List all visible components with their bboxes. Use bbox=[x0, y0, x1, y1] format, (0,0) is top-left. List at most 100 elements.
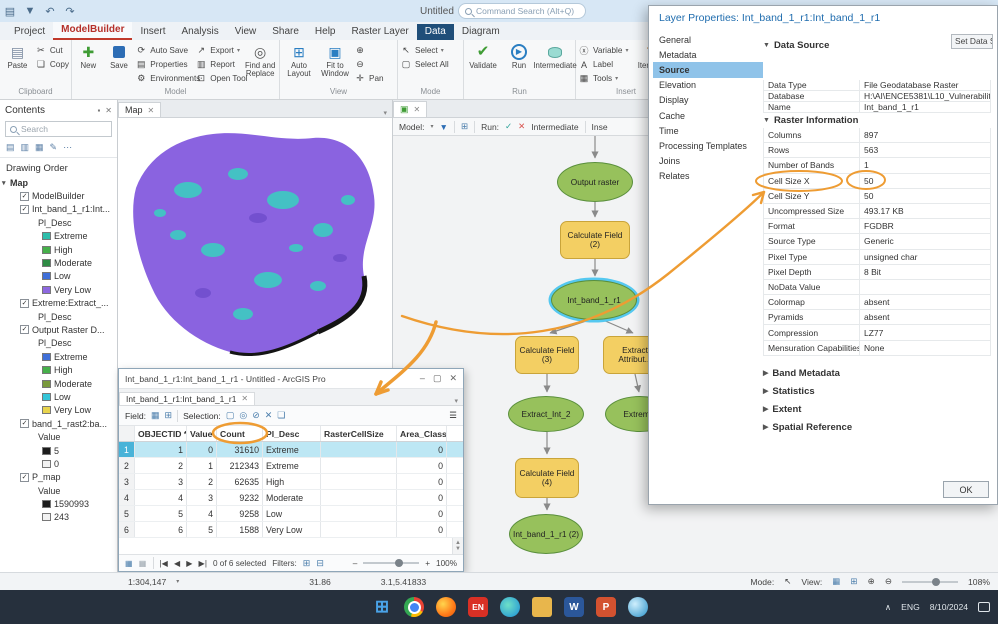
next-record-icon[interactable]: ▶ bbox=[186, 558, 192, 568]
tree-item[interactable]: 5 bbox=[0, 444, 117, 457]
delete-selection-icon[interactable]: ✕ bbox=[265, 410, 273, 421]
layer-visibility-checkbox[interactable]: ✓ bbox=[20, 204, 29, 214]
select-button[interactable]: ↖ Select ▾ bbox=[400, 44, 449, 57]
chevron-down-icon[interactable]: ▾ bbox=[449, 397, 463, 405]
table-row[interactable]: 3 3 2 62635 High 0 bbox=[119, 474, 463, 490]
tray-chevron-icon[interactable]: ∧ bbox=[885, 602, 891, 613]
dialog-nav-item[interactable]: Cache bbox=[653, 108, 763, 123]
select-all-button[interactable]: ▢ Select All bbox=[400, 58, 449, 71]
auto-save-button[interactable]: ⟳ Auto Save bbox=[135, 44, 193, 57]
dialog-nav-item[interactable]: Elevation bbox=[653, 78, 763, 93]
properties-button[interactable]: ▤ Properties bbox=[135, 58, 193, 71]
table-row[interactable]: 6 6 5 1588 Very Low 0 bbox=[119, 522, 463, 538]
model-node[interactable]: Int_band_1_r1 (2) bbox=[509, 514, 583, 554]
pan-button[interactable]: ✛ Pan bbox=[354, 72, 383, 85]
map-scale[interactable]: 1:304,147 bbox=[128, 577, 166, 587]
minimize-icon[interactable]: – bbox=[420, 373, 425, 384]
model-node[interactable]: Calculate Field (4) bbox=[515, 458, 579, 498]
layer-visibility-checkbox[interactable]: ✓ bbox=[20, 191, 29, 201]
save-model-button[interactable]: Save bbox=[105, 43, 134, 70]
mode-cursor-icon[interactable]: ↖ bbox=[784, 576, 791, 587]
add-field-icon[interactable]: ▦ bbox=[151, 410, 160, 421]
ribbon-tab[interactable]: ModelBuilder bbox=[53, 22, 133, 40]
new-model-button[interactable]: ✚ New bbox=[74, 43, 103, 70]
save-model-icon[interactable]: ▼ bbox=[440, 122, 448, 132]
ribbon-tab[interactable]: Diagram bbox=[454, 24, 508, 40]
edge-icon[interactable] bbox=[500, 597, 520, 617]
zoom-out-button[interactable]: ⊖ bbox=[354, 58, 384, 71]
copy-button[interactable]: ❏ Copy bbox=[35, 58, 69, 71]
ribbon-tab[interactable]: Data bbox=[416, 24, 454, 40]
model-node[interactable]: Int_band_1_r1 bbox=[551, 280, 637, 320]
collapsed-section-header[interactable]: ▶ Spatial Reference bbox=[763, 418, 991, 436]
first-record-icon[interactable]: |◀ bbox=[160, 558, 168, 568]
tree-item[interactable]: Value bbox=[0, 484, 117, 497]
contents-search-input[interactable]: Search bbox=[5, 121, 112, 137]
firefox-icon[interactable] bbox=[436, 597, 456, 617]
list-by-drawing-order-icon[interactable]: ▤ bbox=[6, 142, 15, 153]
tree-item[interactable]: 0 bbox=[0, 457, 117, 470]
dialog-nav-item[interactable]: Metadata bbox=[653, 47, 763, 62]
tree-item[interactable]: Value bbox=[0, 430, 117, 443]
fit-to-window-button[interactable]: ▣ Fit to Window bbox=[318, 43, 352, 78]
list-by-source-icon[interactable]: ▥ bbox=[21, 142, 30, 153]
record-view-icon[interactable]: ▦ bbox=[125, 558, 133, 568]
table-row[interactable]: 5 5 4 9258 Low 0 bbox=[119, 506, 463, 522]
label-button[interactable]: A Label bbox=[578, 58, 630, 71]
tree-item[interactable]: Very Low bbox=[0, 404, 117, 417]
tree-item[interactable]: Extreme bbox=[0, 350, 117, 363]
pin-icon[interactable]: ▪ bbox=[97, 106, 100, 115]
environments-button[interactable]: ⚙ Environments bbox=[135, 72, 200, 85]
filter-icon[interactable]: ⊞ bbox=[303, 558, 311, 569]
intermediate-toggle[interactable]: Intermediate bbox=[531, 122, 578, 132]
clear-selection-icon[interactable]: ⊘ bbox=[252, 410, 260, 421]
record-view2-icon[interactable]: ▦ bbox=[139, 558, 147, 568]
ribbon-tab[interactable]: Share bbox=[264, 24, 307, 40]
table-zoom-slider[interactable] bbox=[363, 559, 420, 567]
ok-button[interactable]: OK bbox=[943, 481, 989, 498]
find-replace-button[interactable]: ◎ Find and Replace bbox=[243, 43, 277, 78]
ribbon-tab[interactable]: Raster Layer bbox=[344, 24, 417, 40]
tree-item[interactable]: ✓ Output Raster D... bbox=[0, 323, 117, 336]
chevron-down-icon[interactable]: ▾ bbox=[378, 109, 392, 117]
tree-item[interactable]: Moderate bbox=[0, 256, 117, 269]
table-row[interactable]: 1 1 0 31610 Extreme 0 bbox=[119, 442, 463, 458]
tree-item[interactable]: 243 bbox=[0, 511, 117, 524]
run-button[interactable]: ▶ Run bbox=[502, 43, 536, 70]
dialog-nav-item[interactable]: Relates bbox=[653, 169, 763, 184]
layout-view-icon[interactable]: ⊞ bbox=[850, 576, 857, 587]
tree-item[interactable]: Extreme bbox=[0, 230, 117, 243]
undo-icon[interactable]: ↶ bbox=[40, 5, 60, 18]
command-search-input[interactable]: Command Search (Alt+Q) bbox=[458, 3, 586, 19]
restore-icon[interactable]: ▢ bbox=[433, 373, 442, 384]
validate-button[interactable]: ✔ Validate bbox=[466, 43, 500, 70]
dialog-nav-item[interactable]: Time bbox=[653, 123, 763, 138]
tree-item[interactable]: ✓ Int_band_1_r1:Int... bbox=[0, 203, 117, 216]
insert-menu-truncated[interactable]: Inse bbox=[592, 122, 608, 132]
layer-visibility-checkbox[interactable]: ✓ bbox=[20, 472, 29, 482]
language-indicator[interactable]: ENG bbox=[901, 602, 920, 612]
tree-item[interactable]: Moderate bbox=[0, 377, 117, 390]
tree-item[interactable]: ✓ Extreme:Extract_... bbox=[0, 297, 117, 310]
tools-button[interactable]: ▦ Tools ▾ bbox=[578, 72, 630, 85]
en-language-badge[interactable]: EN bbox=[468, 597, 488, 617]
raster-info-section-header[interactable]: ▼ Raster Information bbox=[763, 115, 858, 126]
close-icon[interactable]: ✕ bbox=[449, 373, 457, 384]
layer-visibility-checkbox[interactable]: ✓ bbox=[20, 325, 29, 335]
word-icon[interactable]: W bbox=[564, 597, 584, 617]
layer-visibility-checkbox[interactable]: ✓ bbox=[20, 419, 29, 429]
row-selector-corner[interactable] bbox=[119, 426, 135, 441]
prev-record-icon[interactable]: ◀ bbox=[174, 558, 180, 568]
auto-layout-button[interactable]: ⊞ Auto Layout bbox=[282, 43, 316, 78]
dialog-nav-item[interactable]: Joins bbox=[653, 154, 763, 169]
tree-item[interactable]: High bbox=[0, 363, 117, 376]
table-row[interactable]: 2 2 1 212343 Extreme 0 bbox=[119, 458, 463, 474]
collapsed-section-header[interactable]: ▶ Statistics bbox=[763, 382, 991, 400]
close-icon[interactable]: ✕ bbox=[105, 106, 112, 115]
filter2-icon[interactable]: ⊟ bbox=[316, 558, 324, 569]
model-node[interactable]: Extract_Int_2 bbox=[508, 396, 584, 432]
table-tab[interactable]: Int_band_1_r1:Int_band_1_r1 ✕ bbox=[119, 392, 256, 405]
tree-item[interactable]: High bbox=[0, 243, 117, 256]
table-row[interactable]: 4 4 3 9232 Moderate 0 bbox=[119, 490, 463, 506]
collapsed-section-header[interactable]: ▶ Band Metadata bbox=[763, 364, 991, 382]
